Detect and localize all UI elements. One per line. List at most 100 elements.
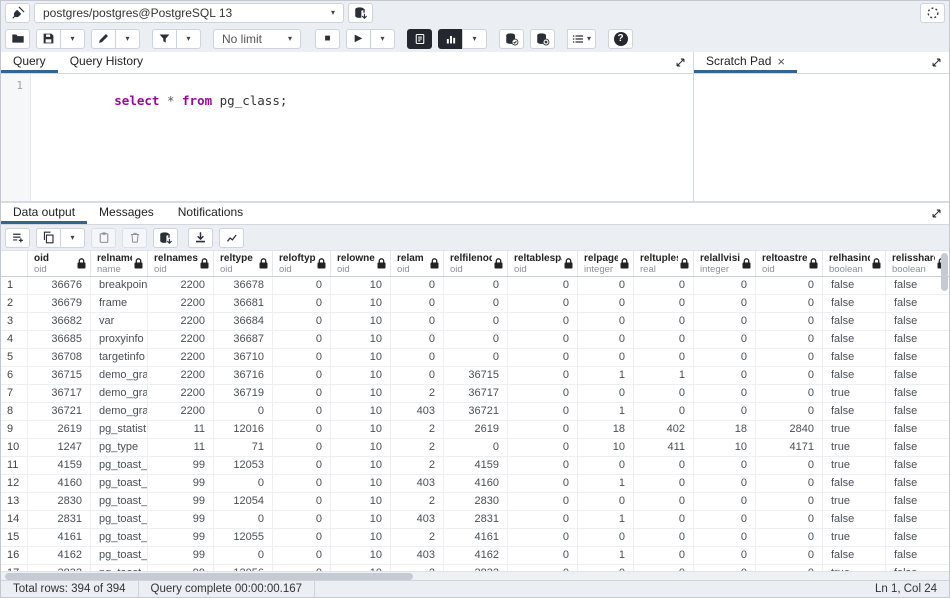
cell[interactable]: 0 (214, 475, 273, 492)
cell[interactable]: 0 (756, 277, 823, 294)
cell[interactable]: 0 (273, 547, 331, 564)
cell[interactable]: 4171 (756, 439, 823, 456)
cell[interactable]: 1 (634, 367, 694, 384)
cell[interactable]: demo_gra… (91, 385, 148, 402)
cell[interactable]: 2200 (148, 313, 214, 330)
cell[interactable]: 0 (273, 295, 331, 312)
column-header-relowner[interactable]: relowneroid (331, 251, 391, 276)
cell[interactable]: 0 (694, 493, 756, 510)
cell[interactable]: 36717 (444, 385, 508, 402)
cell[interactable]: false (886, 349, 949, 366)
cell[interactable]: 0 (273, 277, 331, 294)
cell[interactable]: 1 (578, 475, 634, 492)
horizontal-scrollbar-thumb[interactable] (5, 573, 413, 580)
cell[interactable]: 0 (508, 385, 578, 402)
cell[interactable]: 1 (578, 367, 634, 384)
paste-button[interactable] (91, 228, 116, 248)
cell[interactable]: false (823, 295, 886, 312)
row-number-cell[interactable]: 4 (1, 331, 28, 348)
cell[interactable]: true (823, 421, 886, 438)
cell[interactable]: 10 (331, 511, 391, 528)
column-header-relam[interactable]: relamoid (391, 251, 444, 276)
cell[interactable]: 0 (508, 403, 578, 420)
row-limit-dropdown[interactable]: No limit ▾ (213, 29, 301, 49)
save-data-button[interactable] (153, 228, 178, 248)
row-number-cell[interactable]: 2 (1, 295, 28, 312)
cell[interactable]: 36685 (28, 331, 91, 348)
cell[interactable]: false (886, 475, 949, 492)
cell[interactable]: true (823, 493, 886, 510)
cell[interactable]: 0 (634, 313, 694, 330)
cell[interactable]: 0 (273, 313, 331, 330)
cell[interactable]: pg_statist… (91, 421, 148, 438)
cell[interactable]: 36676 (28, 277, 91, 294)
vertical-scrollbar[interactable] (941, 253, 948, 291)
activity-spinner-button[interactable] (920, 3, 945, 23)
column-header-oid[interactable]: oidoid (28, 251, 91, 276)
cell[interactable]: false (823, 547, 886, 564)
row-number-cell[interactable]: 16 (1, 547, 28, 564)
cell[interactable]: 12016 (214, 421, 273, 438)
cell[interactable]: 0 (508, 547, 578, 564)
row-number-cell[interactable]: 3 (1, 313, 28, 330)
cell[interactable]: 0 (634, 385, 694, 402)
cell[interactable]: false (886, 421, 949, 438)
cell[interactable]: false (886, 547, 949, 564)
cell[interactable]: 0 (578, 331, 634, 348)
row-number-cell[interactable]: 13 (1, 493, 28, 510)
column-header-reloftype[interactable]: reloftypeoid (273, 251, 331, 276)
cell[interactable]: false (886, 331, 949, 348)
cell[interactable]: 4160 (444, 475, 508, 492)
cell[interactable]: pg_toast_… (91, 475, 148, 492)
cell[interactable]: 0 (756, 295, 823, 312)
cell[interactable]: false (823, 367, 886, 384)
cell[interactable]: breakpoint (91, 277, 148, 294)
cell[interactable]: 0 (634, 277, 694, 294)
cell[interactable]: 2200 (148, 277, 214, 294)
cell[interactable]: 0 (508, 493, 578, 510)
cell[interactable]: 0 (273, 367, 331, 384)
cell[interactable]: 0 (694, 331, 756, 348)
cell[interactable]: false (886, 277, 949, 294)
cell[interactable]: false (823, 475, 886, 492)
open-file-button[interactable] (5, 29, 30, 49)
cell[interactable]: 0 (756, 493, 823, 510)
cell[interactable]: 1 (578, 403, 634, 420)
cell[interactable]: 0 (694, 529, 756, 546)
cell[interactable]: 0 (391, 367, 444, 384)
cell[interactable]: 36716 (214, 367, 273, 384)
cell[interactable]: 0 (444, 277, 508, 294)
rollback-button[interactable] (530, 29, 555, 49)
cell[interactable]: 0 (694, 367, 756, 384)
cell[interactable]: 0 (444, 349, 508, 366)
tab-data-output[interactable]: Data output (1, 203, 87, 224)
cell[interactable]: 10 (331, 331, 391, 348)
cell[interactable]: false (886, 493, 949, 510)
cell[interactable]: 0 (756, 511, 823, 528)
cell[interactable]: 4159 (28, 457, 91, 474)
cell[interactable]: 0 (273, 529, 331, 546)
copy-menu-button[interactable]: ▾ (60, 228, 85, 248)
close-icon[interactable]: × (777, 54, 785, 69)
cell[interactable]: 2200 (148, 367, 214, 384)
cell[interactable]: 18 (694, 421, 756, 438)
column-header-reltype[interactable]: reltypeoid (214, 251, 273, 276)
cell[interactable]: 2 (391, 385, 444, 402)
execute-menu-button[interactable]: ▾ (370, 29, 395, 49)
cell[interactable]: false (886, 457, 949, 474)
cell[interactable]: 36708 (28, 349, 91, 366)
cell[interactable]: 0 (214, 511, 273, 528)
cell[interactable]: 2840 (756, 421, 823, 438)
cell[interactable]: false (823, 313, 886, 330)
cell[interactable]: 0 (578, 385, 634, 402)
copy-button[interactable] (36, 228, 61, 248)
cell[interactable]: 2619 (444, 421, 508, 438)
cell[interactable]: 10 (331, 421, 391, 438)
cell[interactable]: 18 (578, 421, 634, 438)
cell[interactable]: 12053 (214, 457, 273, 474)
column-header-relpages[interactable]: relpagesinteger (578, 251, 634, 276)
tab-query[interactable]: Query (1, 52, 58, 73)
cell[interactable]: 1 (578, 547, 634, 564)
cell[interactable]: 36721 (28, 403, 91, 420)
cell[interactable]: 0 (273, 331, 331, 348)
